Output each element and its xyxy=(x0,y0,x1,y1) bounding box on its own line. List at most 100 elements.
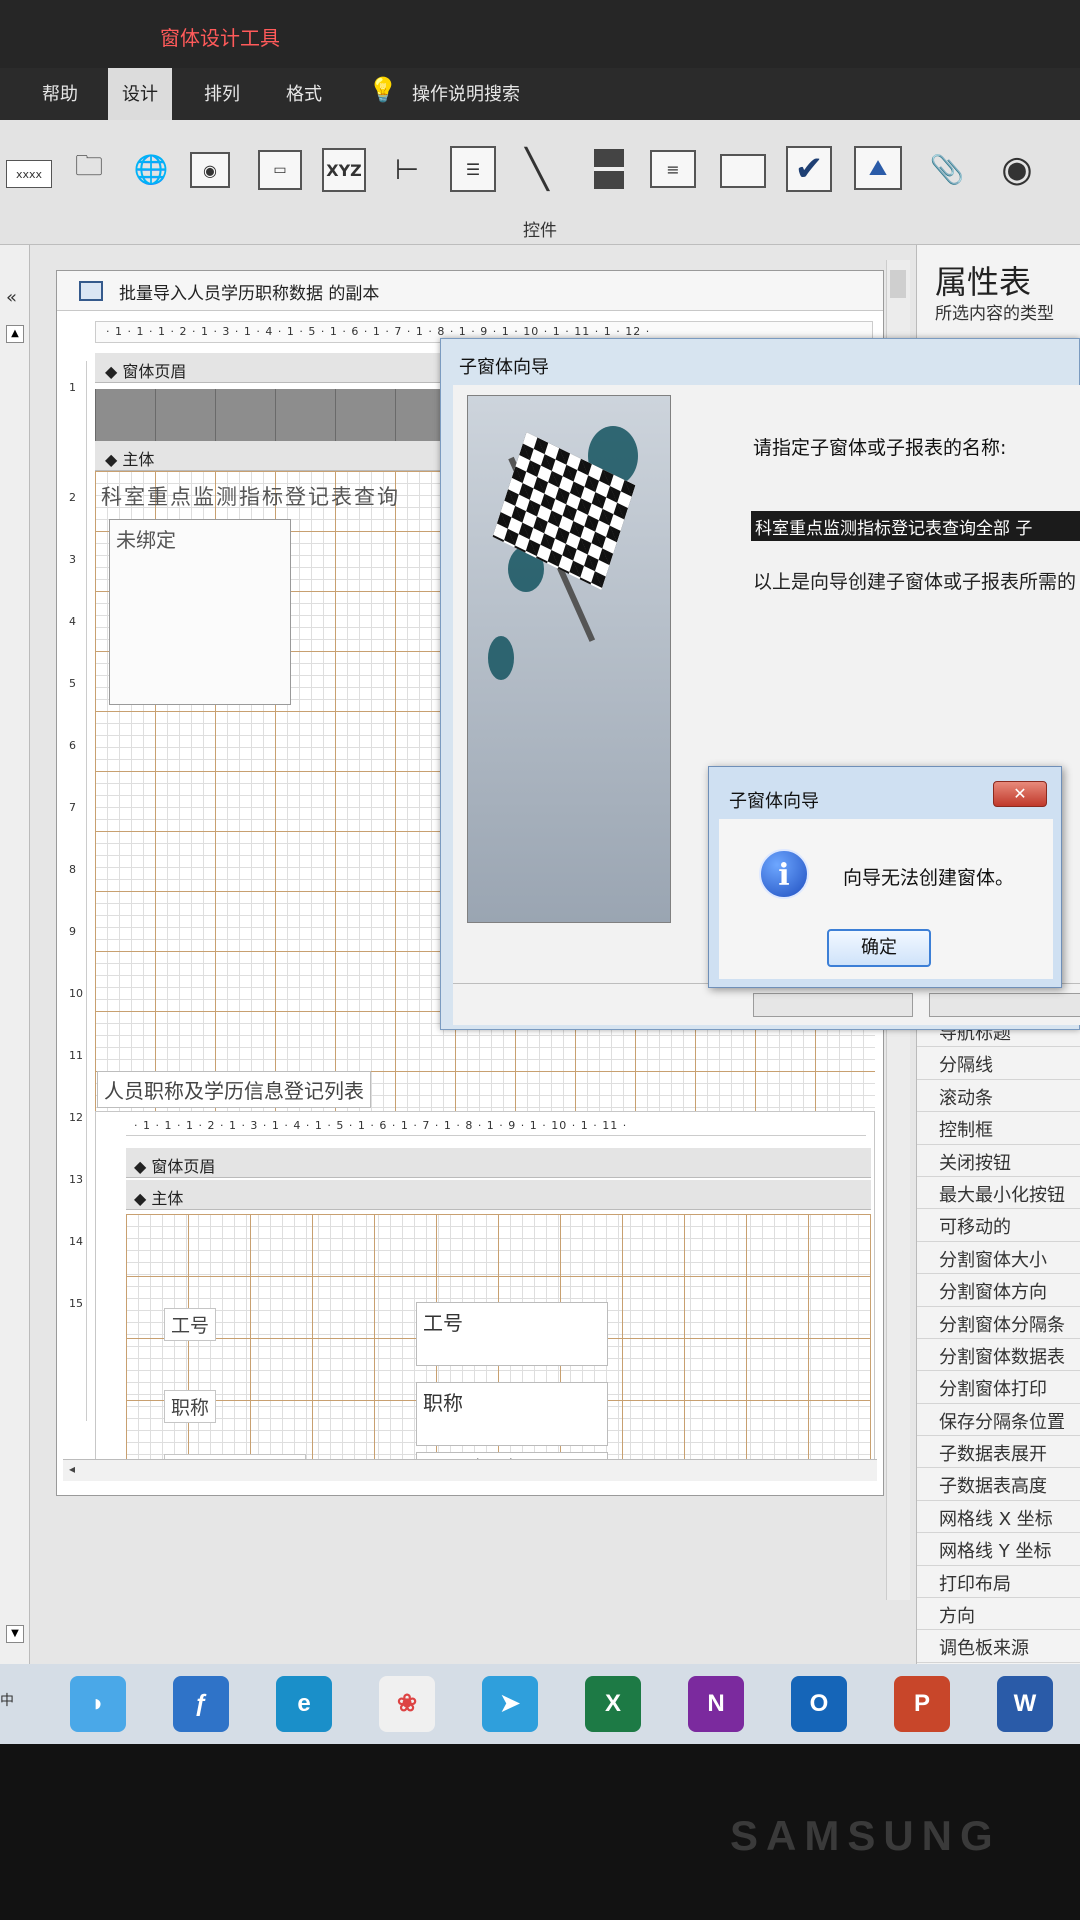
close-button[interactable]: ✕ xyxy=(993,781,1047,807)
ribbon-tabs: 帮助 设计 排列 格式 💡 操作说明搜索 xyxy=(0,68,1080,120)
property-item[interactable]: 网格线 Y 坐标 xyxy=(917,1533,1080,1566)
edge-icon[interactable]: e xyxy=(276,1676,332,1732)
monitor-bezel: SAMSUNG xyxy=(0,1744,1080,1920)
title-bar: 窗体设计工具 xyxy=(0,0,1080,68)
scroll-up-arrow-icon[interactable]: ▲ xyxy=(6,325,24,343)
ruler-mark: 7 xyxy=(69,801,76,814)
wizard-finish-button[interactable] xyxy=(929,993,1080,1017)
word-icon[interactable]: W xyxy=(997,1676,1053,1732)
property-item[interactable]: 保存分隔条位置 xyxy=(917,1404,1080,1437)
taskbar-start-label[interactable]: 中 xyxy=(0,1690,14,1710)
property-item[interactable]: 子数据表高度 xyxy=(917,1468,1080,1501)
page-break-icon[interactable]: ⊢ xyxy=(384,146,430,192)
tab-help[interactable]: 帮助 xyxy=(42,80,78,106)
title-textbox[interactable]: 职称 xyxy=(416,1382,608,1446)
form-icon xyxy=(79,281,103,301)
selection-type-label: 所选内容的类型 xyxy=(935,304,1054,324)
property-item[interactable]: 分割窗体大小 xyxy=(917,1242,1080,1275)
rectangle-icon[interactable] xyxy=(720,154,766,188)
property-item[interactable]: 控制框 xyxy=(917,1112,1080,1145)
contextual-tab-label: 窗体设计工具 xyxy=(160,26,280,50)
toggle-icon[interactable] xyxy=(586,146,632,192)
scrollbar-thumb[interactable] xyxy=(890,270,906,298)
attachment-icon[interactable]: 📎 xyxy=(924,146,970,192)
ruler-mark: 11 xyxy=(69,1049,83,1062)
subform-header-section-bar[interactable]: ◆ 窗体页眉 xyxy=(126,1148,871,1178)
ruler-mark: 12 xyxy=(69,1111,83,1124)
property-item[interactable]: 网格线 X 坐标 xyxy=(917,1501,1080,1534)
scroll-left-arrow-icon[interactable]: ◂ xyxy=(69,1462,75,1476)
ruler-mark: 6 xyxy=(69,739,76,752)
powerpoint-icon[interactable]: P xyxy=(894,1676,950,1732)
document-title: 批量导入人员学历职称数据 的副本 xyxy=(119,284,380,304)
title-label[interactable]: 职称 xyxy=(164,1390,217,1423)
property-item[interactable]: 分割窗体方向 xyxy=(917,1274,1080,1307)
message-text: 向导无法创建窗体。 xyxy=(843,867,1015,889)
message-box-title: 子窗体向导 xyxy=(729,791,819,812)
property-item[interactable]: 方向 xyxy=(917,1598,1080,1631)
folder-icon[interactable]: 🗀 xyxy=(66,146,112,192)
line-icon[interactable]: ╲ xyxy=(514,146,560,192)
job-no-label[interactable]: 工号 xyxy=(164,1308,217,1341)
list-box-icon[interactable]: ≡ xyxy=(650,150,696,188)
info-icon: i xyxy=(759,849,809,899)
ruler-mark: 3 xyxy=(69,553,76,566)
image-icon[interactable]: ⛰ xyxy=(854,146,902,190)
feishu-icon[interactable]: ◗ xyxy=(70,1676,126,1732)
property-item[interactable]: 最大最小化按钮 xyxy=(917,1177,1080,1210)
collapse-nav-button[interactable]: « xyxy=(6,287,17,308)
navigation-icon[interactable]: ▭ xyxy=(258,150,302,190)
wizard-title: 子窗体向导 xyxy=(459,357,549,378)
ok-button[interactable]: 确定 xyxy=(827,929,931,967)
ruler-mark: 2 xyxy=(69,491,76,504)
wizard-info-text: 以上是向导创建子窗体或子报表所需的 xyxy=(753,571,1077,593)
chart-icon[interactable]: XYZ xyxy=(322,148,366,192)
tab-format[interactable]: 格式 xyxy=(286,80,322,106)
ruler-mark: 13 xyxy=(69,1173,83,1186)
horizontal-scrollbar[interactable]: ◂ xyxy=(63,1459,877,1481)
property-item[interactable]: 子数据表展开 xyxy=(917,1436,1080,1469)
outlook-icon[interactable]: O xyxy=(791,1676,847,1732)
property-item[interactable]: 打印布局 xyxy=(917,1566,1080,1599)
property-item[interactable]: 分割窗体打印 xyxy=(917,1371,1080,1404)
property-item[interactable]: 分割窗体数据表 xyxy=(917,1339,1080,1372)
subform-name-label[interactable]: 科室重点监测指标登记表查询 xyxy=(101,481,400,511)
property-item[interactable]: 调色板来源 xyxy=(917,1630,1080,1663)
job-no-textbox[interactable]: 工号 xyxy=(416,1302,608,1366)
scroll-down-arrow-icon[interactable]: ▼ xyxy=(6,1625,24,1643)
taskbar: 中 ◗ ƒ e ❀ ➤ X N O P W xyxy=(0,1664,1080,1744)
unbound-subform-control[interactable]: 未绑定 xyxy=(109,519,291,705)
hyperlink-icon[interactable]: 🌐 xyxy=(128,146,174,192)
wizard-back-button[interactable] xyxy=(753,993,913,1017)
web-browser-icon[interactable]: ◉ xyxy=(190,152,230,188)
property-item[interactable]: 关闭按钮 xyxy=(917,1145,1080,1177)
property-item[interactable]: 分割窗体分隔条 xyxy=(917,1307,1080,1339)
subform-name-input[interactable] xyxy=(751,511,1080,541)
ruler-mark: 10 xyxy=(69,987,83,1000)
textbox-icon[interactable]: xxxx xyxy=(6,160,52,188)
subform-detail-section-bar[interactable]: ◆ 主体 xyxy=(126,1180,871,1210)
excel-icon[interactable]: X xyxy=(585,1676,641,1732)
onenote-icon[interactable]: N xyxy=(688,1676,744,1732)
cloud-app-icon[interactable]: ❀ xyxy=(379,1676,435,1732)
ruler-mark: 14 xyxy=(69,1235,83,1248)
tab-design[interactable]: 设计 xyxy=(108,68,172,120)
monitor-brand-logo: SAMSUNG xyxy=(730,1812,1001,1859)
screen: 窗体设计工具 帮助 设计 排列 格式 💡 操作说明搜索 xxxx 🗀 🌐 ◉ ▭… xyxy=(0,0,1080,1920)
ruler-mark: 15 xyxy=(69,1297,83,1310)
property-item[interactable]: 可移动的 xyxy=(917,1209,1080,1242)
property-item[interactable]: 滚动条 xyxy=(917,1080,1080,1113)
embedded-subform[interactable]: · 1 · 1 · 1 · 2 · 1 · 3 · 1 · 4 · 1 · 5 … xyxy=(95,1111,875,1471)
subform-caption-label[interactable]: 人员职称及学历信息登记列表 xyxy=(97,1071,371,1108)
document-tab[interactable]: 批量导入人员学历职称数据 的副本 xyxy=(57,271,883,311)
option-button-icon[interactable]: ◉ xyxy=(994,146,1040,192)
flash-icon[interactable]: ƒ xyxy=(173,1676,229,1732)
checkbox-icon[interactable]: ✔ xyxy=(786,146,832,192)
form-header-label: 窗体页眉 xyxy=(122,362,187,381)
tab-arrange[interactable]: 排列 xyxy=(204,80,240,106)
property-item[interactable]: 分隔线 xyxy=(917,1047,1080,1080)
tell-me-search[interactable]: 操作说明搜索 xyxy=(412,80,520,106)
arrow-app-icon[interactable]: ➤ xyxy=(482,1676,538,1732)
ruler-mark: 9 xyxy=(69,925,76,938)
combo-box-icon[interactable]: ☰ xyxy=(450,146,496,192)
